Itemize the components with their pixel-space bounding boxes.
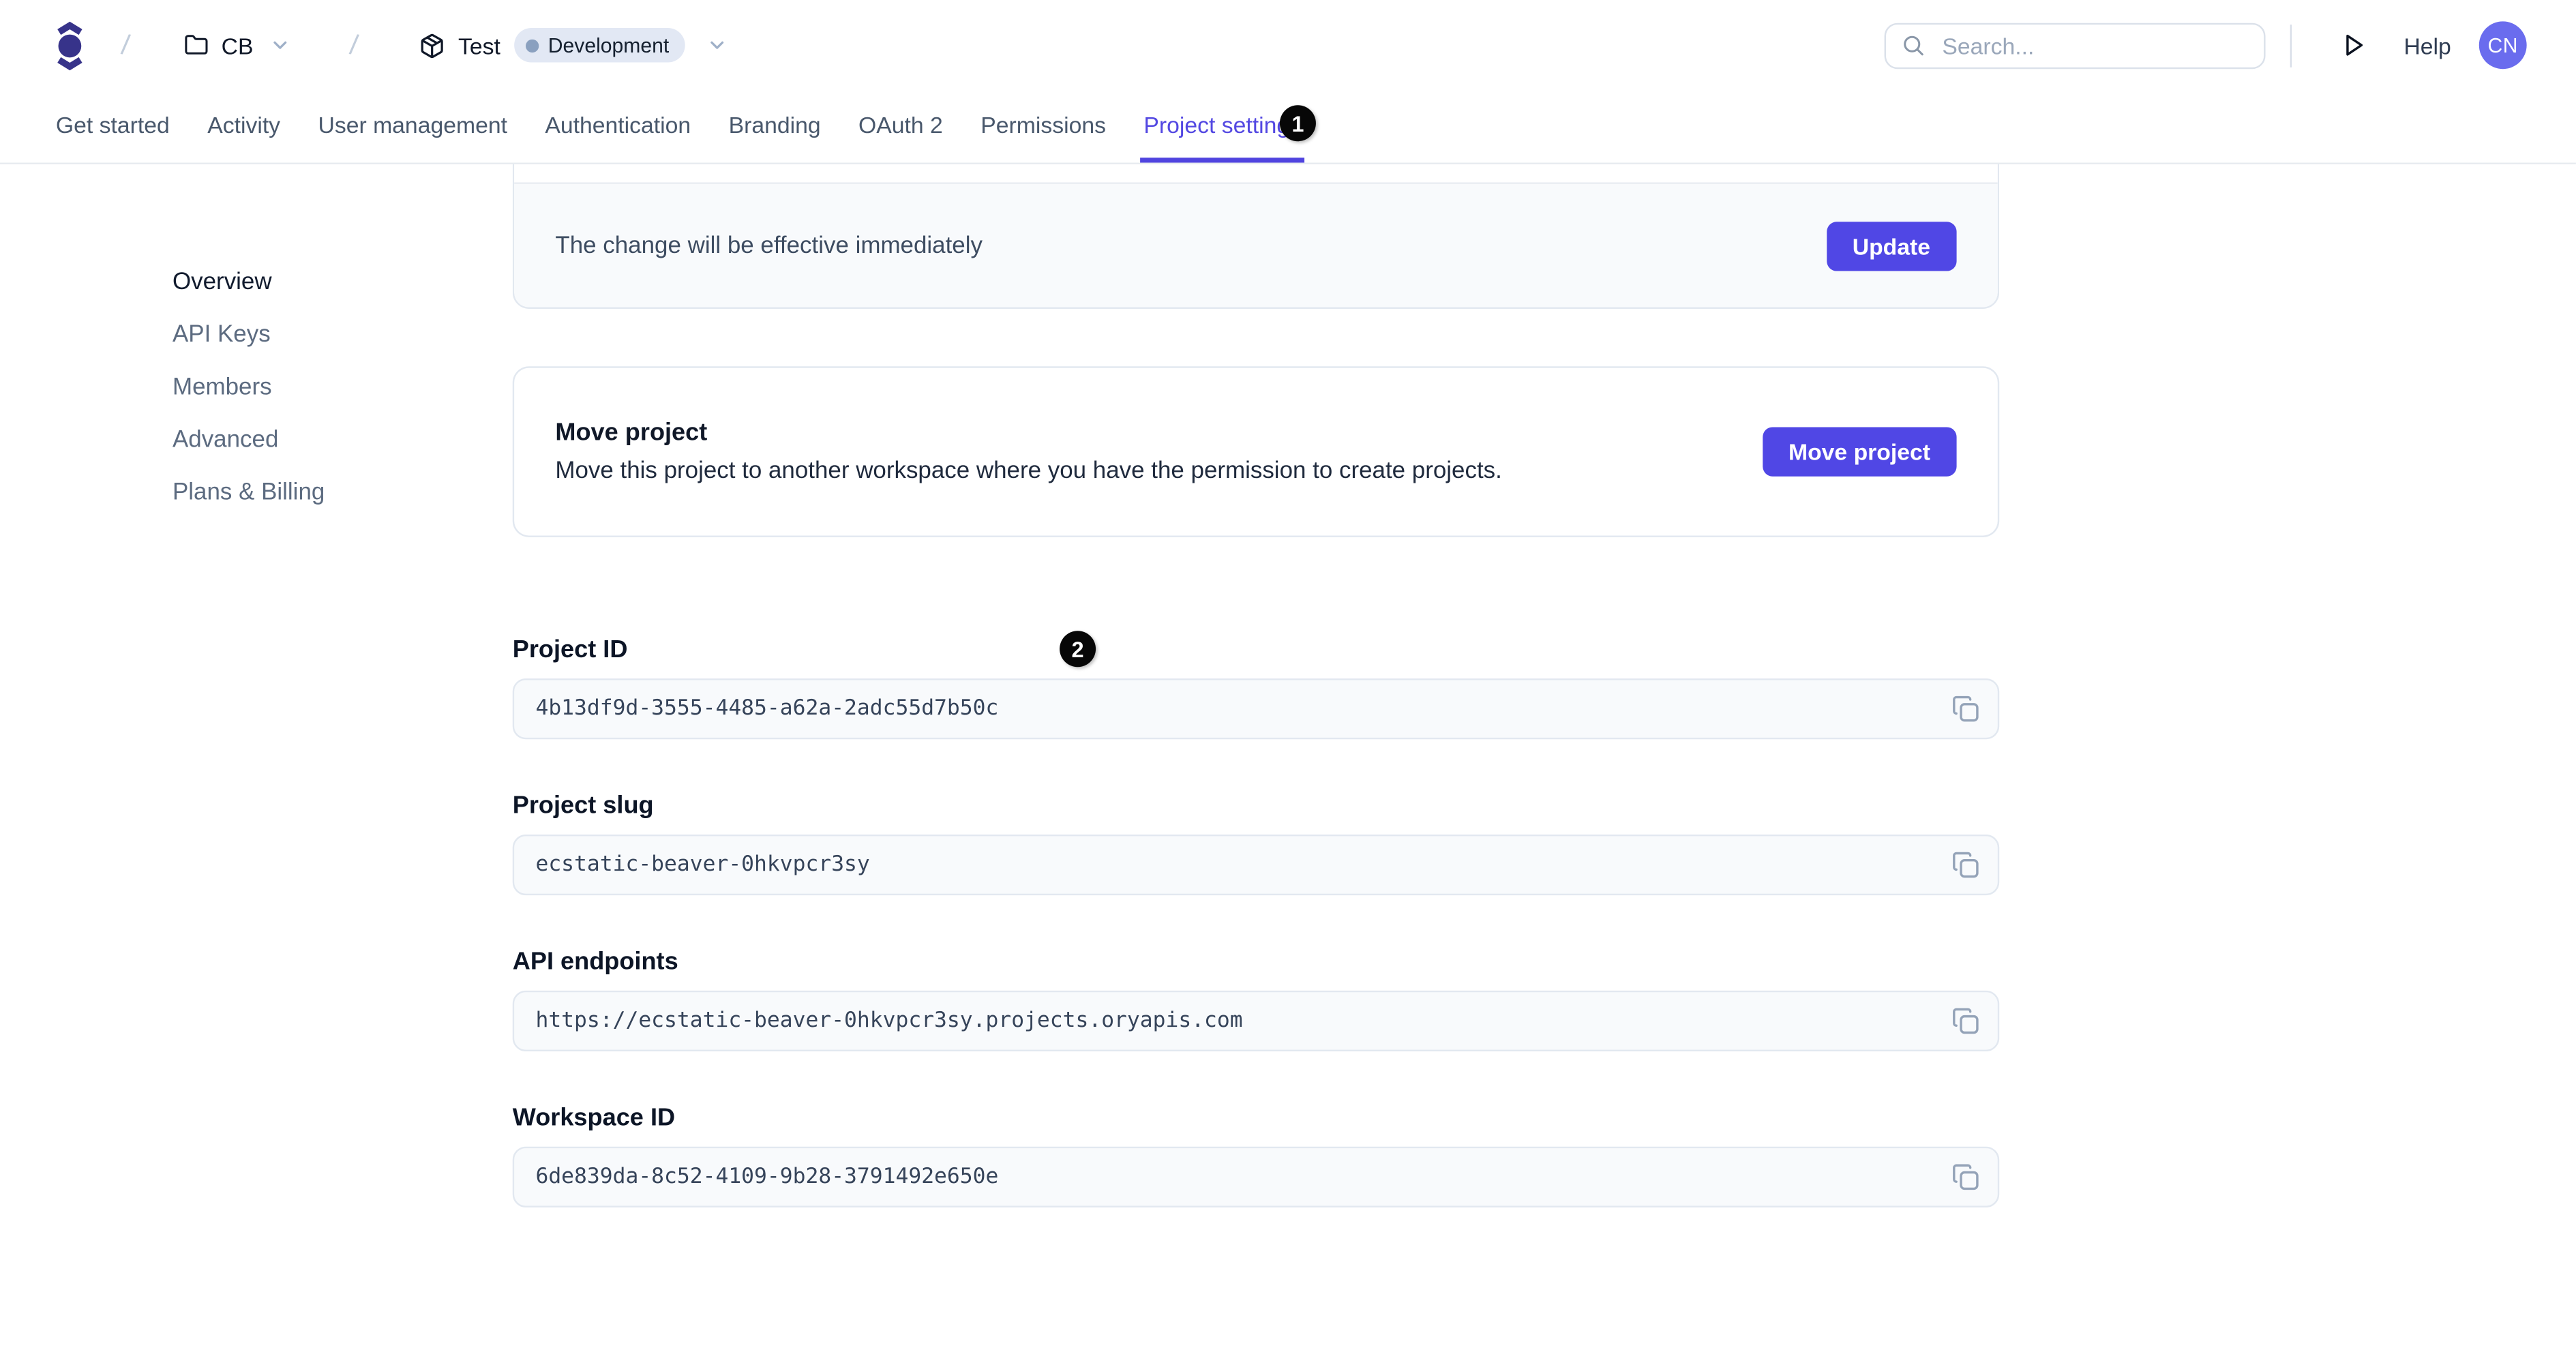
annotation-badge-1: 1: [1279, 105, 1316, 142]
api-endpoints-value: https://ecstatic-beaver-0hkvpcr3sy.proje…: [535, 1008, 1243, 1034]
project-slug-field: ecstatic-beaver-0hkvpcr3sy: [512, 834, 2000, 896]
app-window: / CB / Test Development Search... Help C…: [0, 0, 2576, 1365]
tab-get-started[interactable]: Get started: [53, 91, 173, 163]
move-project-text: Move project Move this project to anothe…: [555, 419, 1501, 484]
ory-logo-icon[interactable]: [56, 20, 84, 70]
copy-workspace-id-button[interactable]: [1951, 1163, 1979, 1191]
environment-dot-icon: [525, 38, 539, 52]
update-card-footer: The change will be effective immediately…: [514, 182, 1998, 308]
tab-user-management[interactable]: User management: [315, 91, 511, 163]
copy-api-endpoints-button[interactable]: [1951, 1007, 1979, 1035]
folder-icon: [183, 33, 208, 57]
move-project-description: Move this project to another workspace w…: [555, 458, 1502, 485]
sidebar-item-overview[interactable]: Overview: [173, 266, 513, 299]
tab-branding[interactable]: Branding: [725, 91, 824, 163]
api-endpoints-label: API endpoints: [512, 948, 678, 976]
workspace-id-value: 6de839da-8c52-4109-9b28-3791492e650e: [535, 1165, 999, 1190]
update-note: The change will be effective immediately: [555, 232, 983, 259]
breadcrumb-separator: /: [348, 28, 361, 61]
project-name[interactable]: Test: [458, 32, 500, 59]
project-chevron-down-icon[interactable]: [707, 35, 728, 56]
settings-content: The change will be effective immediately…: [512, 164, 2000, 1260]
copy-project-id-button[interactable]: [1951, 695, 1979, 723]
sidebar-item-api-keys[interactable]: API Keys: [173, 318, 513, 351]
play-icon[interactable]: [2339, 31, 2367, 59]
copy-icon: [1953, 1164, 1979, 1190]
sidebar-item-plans-billing[interactable]: Plans & Billing: [173, 477, 513, 509]
user-avatar[interactable]: CN: [2478, 21, 2527, 70]
project-id-label: Project ID: [512, 635, 628, 664]
workspace-name[interactable]: CB: [222, 32, 254, 59]
help-link[interactable]: Help: [2403, 32, 2451, 59]
environment-label: Development: [548, 33, 670, 57]
api-endpoints-group: API endpoints https://ecstatic-beaver-0h…: [512, 948, 2000, 1052]
copy-icon: [1953, 695, 1979, 722]
tab-activity[interactable]: Activity: [204, 91, 283, 163]
update-card-body: [514, 164, 1998, 183]
tab-oauth2[interactable]: OAuth 2: [855, 91, 946, 163]
workspace-id-group: Workspace ID 6de839da-8c52-4109-9b28-379…: [512, 1104, 2000, 1208]
tab-permissions[interactable]: Permissions: [977, 91, 1109, 163]
annotation-badge-2: 2: [1060, 631, 1096, 668]
topbar-divider: [2290, 23, 2292, 67]
sidebar-item-members[interactable]: Members: [173, 372, 513, 404]
update-card: The change will be effective immediately…: [512, 164, 2000, 309]
update-button[interactable]: Update: [1826, 221, 1957, 271]
workspace-id-field: 6de839da-8c52-4109-9b28-3791492e650e: [512, 1146, 2000, 1208]
workspace-chevron-down-icon[interactable]: [270, 35, 291, 56]
breadcrumb-separator: /: [119, 28, 132, 61]
move-project-card: Move project Move this project to anothe…: [512, 366, 2000, 537]
copy-project-slug-button[interactable]: [1951, 851, 1979, 879]
project-slug-value: ecstatic-beaver-0hkvpcr3sy: [535, 852, 870, 877]
search-icon: [1904, 35, 1924, 56]
move-project-button[interactable]: Move project: [1762, 427, 1957, 477]
search-box[interactable]: [1885, 22, 2266, 68]
sidebar-item-advanced[interactable]: Advanced: [173, 424, 513, 457]
project-id-group: Project ID 4b13df9d-3555-4485-a62a-2adc5…: [512, 635, 2000, 740]
project-package-icon: [419, 32, 445, 59]
top-bar: / CB / Test Development Search... Help C…: [0, 0, 2576, 91]
move-project-title: Move project: [555, 419, 708, 447]
search-input[interactable]: [1938, 30, 2249, 60]
project-id-value: 4b13df9d-3555-4485-a62a-2adc55d7b50c: [535, 696, 999, 721]
project-slug-label: Project slug: [512, 792, 654, 820]
environment-badge: Development: [513, 27, 686, 63]
project-id-field: 4b13df9d-3555-4485-a62a-2adc55d7b50c: [512, 678, 2000, 740]
copy-icon: [1953, 1008, 1979, 1034]
copy-icon: [1953, 852, 1979, 878]
settings-sidebar: Overview API Keys Members Advanced Plans…: [0, 164, 513, 529]
api-endpoints-field: https://ecstatic-beaver-0hkvpcr3sy.proje…: [512, 990, 2000, 1052]
project-slug-group: Project slug ecstatic-beaver-0hkvpcr3sy: [512, 792, 2000, 896]
identifier-fields: Project ID 4b13df9d-3555-4485-a62a-2adc5…: [512, 635, 2000, 1208]
workspace-id-label: Workspace ID: [512, 1104, 676, 1132]
tab-authentication[interactable]: Authentication: [542, 91, 694, 163]
